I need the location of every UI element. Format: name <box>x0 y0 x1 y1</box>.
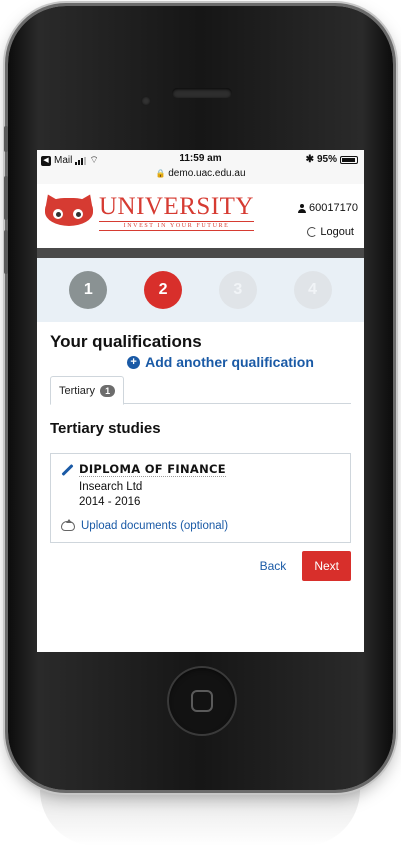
upload-documents-label: Upload documents (optional) <box>81 520 229 532</box>
bluetooth-icon: ✱ <box>305 154 314 165</box>
status-right: ✱ 95% <box>306 154 358 165</box>
phone-reflection <box>40 790 360 846</box>
main-content: Your qualifications + Add another qualif… <box>37 332 364 581</box>
tab-label: Tertiary <box>59 384 96 397</box>
volume-down-button <box>4 230 8 274</box>
step-3: 3 <box>218 271 257 309</box>
address-bar[interactable]: 🔒 demo.uac.edu.au <box>37 168 364 179</box>
battery-percent: 95% <box>316 154 337 165</box>
progress-steps: 1 2 3 4 <box>37 258 364 322</box>
battery-fill <box>342 157 356 162</box>
logo-wordmark: UNIVERSITY <box>99 193 254 220</box>
lock-icon: 🔒 <box>155 169 166 178</box>
battery-icon <box>340 155 358 164</box>
study-years: 2014 - 2016 <box>79 496 141 508</box>
user-icon <box>298 203 307 213</box>
tab-count-badge: 1 <box>100 384 116 397</box>
header-divider-bar <box>37 248 364 258</box>
logo-tagline: INVEST IN YOUR FUTURE <box>99 221 254 231</box>
qualification-card: DIPLOMA OF FINANCE Insearch Ltd 2014 - 2… <box>50 453 351 543</box>
course-name[interactable]: DIPLOMA OF FINANCE <box>79 462 226 477</box>
upload-documents-link[interactable]: Upload documents (optional) <box>61 519 342 532</box>
section-title: Tertiary studies <box>50 420 161 437</box>
cloud-upload-icon <box>61 519 75 531</box>
next-button[interactable]: Next <box>302 551 351 581</box>
home-square-icon <box>191 690 213 712</box>
pencil-icon[interactable] <box>61 464 73 476</box>
add-qualification-label: Add another qualification <box>145 354 314 370</box>
logo-text: UNIVERSITY INVEST IN YOUR FUTURE <box>99 194 254 231</box>
logout-icon <box>307 227 318 237</box>
page-title: Your qualifications <box>50 332 202 351</box>
add-qualification-link[interactable]: + Add another qualification <box>90 354 351 370</box>
mute-switch <box>4 126 8 152</box>
user-id-value: 60017170 <box>309 202 358 214</box>
phone-screen: ◀ Mail ⌔ 11:59 am 🔒 demo.uac.edu.au ✱ 95… <box>37 150 364 652</box>
user-id: 60017170 <box>298 202 358 214</box>
logout-label: Logout <box>320 226 354 238</box>
earpiece-speaker <box>172 88 232 98</box>
step-4: 4 <box>293 271 332 309</box>
status-bar: ◀ Mail ⌔ 11:59 am 🔒 demo.uac.edu.au ✱ 95… <box>37 150 364 184</box>
form-actions: Back Next <box>50 551 351 581</box>
home-button[interactable] <box>167 666 237 736</box>
front-camera <box>141 96 151 106</box>
tab-tertiary[interactable]: Tertiary 1 <box>50 376 125 405</box>
logout-link[interactable]: Logout <box>307 226 354 238</box>
qualification-tabs: Tertiary 1 <box>50 374 351 405</box>
owl-logo-icon <box>41 191 97 230</box>
plus-circle-icon: + <box>127 355 141 369</box>
site-header: UNIVERSITY INVEST IN YOUR FUTURE 6001717… <box>37 184 364 248</box>
institution-name: Insearch Ltd <box>79 481 143 493</box>
step-2[interactable]: 2 <box>144 271 183 309</box>
address-url: demo.uac.edu.au <box>168 168 246 179</box>
qualification-heading[interactable]: DIPLOMA OF FINANCE <box>61 462 342 477</box>
back-button[interactable]: Back <box>260 559 287 573</box>
volume-up-button <box>4 176 8 220</box>
university-logo[interactable]: UNIVERSITY INVEST IN YOUR FUTURE <box>41 191 254 231</box>
step-1[interactable]: 1 <box>69 271 108 309</box>
